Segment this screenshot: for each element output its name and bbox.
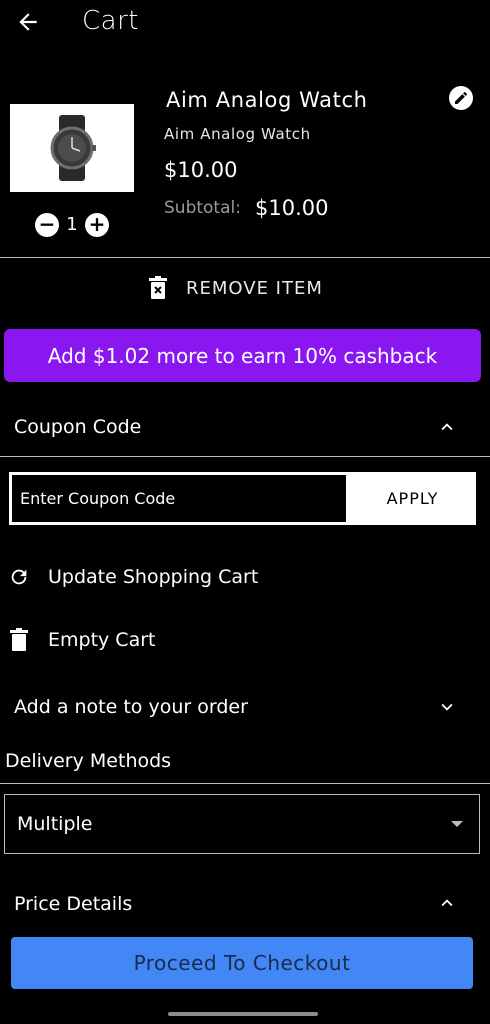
divider xyxy=(0,783,490,784)
delivery-method-select[interactable]: Multiple xyxy=(4,794,480,854)
divider xyxy=(0,456,490,457)
trash-icon xyxy=(10,628,28,651)
dropdown-caret-icon xyxy=(451,821,463,827)
remove-item-button[interactable]: REMOVE ITEM xyxy=(148,276,323,300)
delivery-method-value: Multiple xyxy=(17,813,93,835)
delivery-methods-title: Delivery Methods xyxy=(5,750,172,772)
subtotal-value: $10.00 xyxy=(255,196,329,220)
price-details-toggle[interactable] xyxy=(436,892,458,914)
coupon-section-title[interactable]: Coupon Code xyxy=(14,416,141,438)
quantity-decrease-button[interactable]: − xyxy=(35,213,59,237)
cashback-banner: Add $1.02 more to earn 10% cashback xyxy=(4,329,481,382)
quantity-value: 1 xyxy=(66,214,78,235)
chevron-down-icon xyxy=(441,703,453,711)
product-subtitle: Aim Analog Watch xyxy=(164,125,311,143)
back-button[interactable] xyxy=(12,8,44,36)
coupon-toggle[interactable] xyxy=(436,416,458,438)
update-cart-button[interactable]: Update Shopping Cart xyxy=(8,566,258,588)
home-indicator[interactable] xyxy=(168,1012,318,1016)
product-image[interactable] xyxy=(10,104,134,192)
edit-item-button[interactable] xyxy=(449,86,473,110)
pencil-icon xyxy=(455,92,467,104)
product-price: $10.00 xyxy=(164,158,238,182)
refresh-icon xyxy=(11,569,27,585)
chevron-up-icon xyxy=(441,899,453,907)
arrow-left-icon xyxy=(19,13,37,31)
chevron-up-icon xyxy=(441,423,453,431)
empty-cart-button[interactable]: Empty Cart xyxy=(8,628,155,652)
product-name[interactable]: Aim Analog Watch xyxy=(166,88,368,112)
order-note-toggle[interactable] xyxy=(436,696,458,718)
price-details-title[interactable]: Price Details xyxy=(14,893,132,915)
order-note-title[interactable]: Add a note to your order xyxy=(14,696,248,718)
divider xyxy=(0,257,490,258)
remove-item-label: REMOVE ITEM xyxy=(186,277,323,299)
coupon-code-input[interactable] xyxy=(9,472,349,525)
proceed-to-checkout-button[interactable]: Proceed To Checkout xyxy=(11,937,473,989)
empty-cart-label: Empty Cart xyxy=(48,629,156,651)
subtotal-label: Subtotal: xyxy=(164,198,241,218)
quantity-increase-button[interactable]: + xyxy=(85,213,109,237)
update-cart-label: Update Shopping Cart xyxy=(48,566,259,588)
trash-x-icon xyxy=(149,276,167,299)
watch-image xyxy=(50,115,96,181)
apply-coupon-button[interactable]: APPLY xyxy=(349,472,476,525)
page-title: Cart xyxy=(82,6,139,36)
